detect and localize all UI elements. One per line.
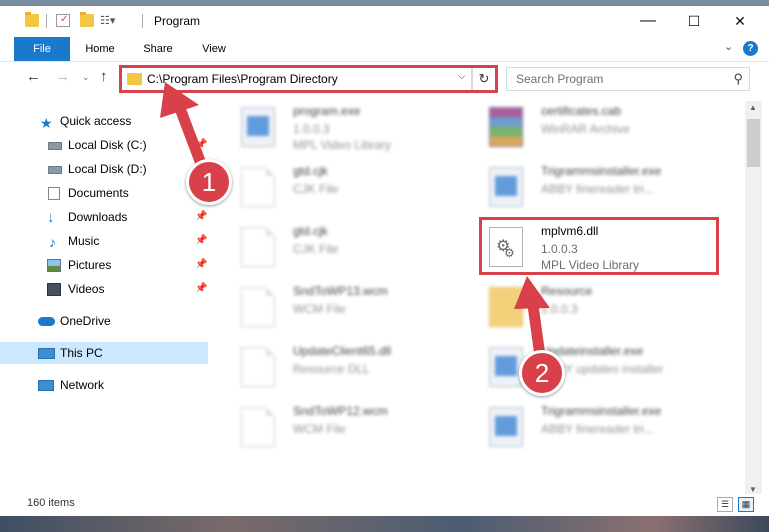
- annotation-arrows: [160, 82, 550, 357]
- desktop-background-bottom: [0, 516, 769, 532]
- arrow-2-head: [514, 276, 550, 309]
- step-badge-2: 2: [519, 350, 565, 396]
- arrow-1-shaft: [172, 101, 209, 171]
- explorer-window: ✓ ☷▾ Program — ☐ ✕ File Home Share View …: [0, 6, 769, 516]
- step-badge-1: 1: [186, 159, 232, 205]
